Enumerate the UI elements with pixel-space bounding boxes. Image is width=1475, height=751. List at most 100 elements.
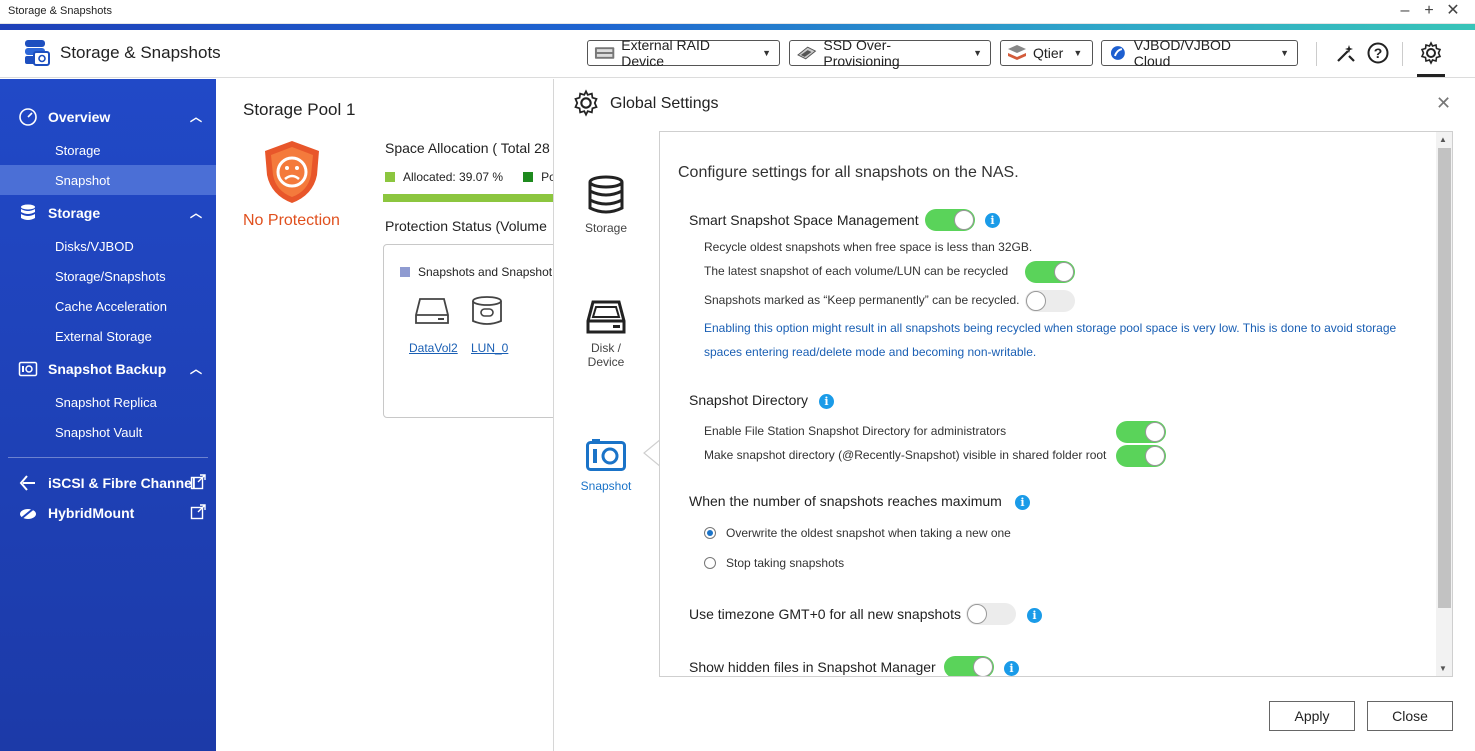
settings-gear-icon[interactable] xyxy=(1419,41,1443,65)
pool-title: Storage Pool 1 xyxy=(243,100,356,119)
close-window-icon[interactable]: ✕ xyxy=(1444,2,1462,20)
window-titlebar: Storage & Snapshots – + ✕ xyxy=(0,0,1475,24)
sidebar-item-snapshot-vault[interactable]: Snapshot Vault xyxy=(0,417,216,447)
dialog-title: Global Settings xyxy=(610,95,719,112)
recycle-threshold-text: Recycle oldest snapshots when free space… xyxy=(704,240,1033,254)
dialog-nav-disk-device[interactable]: Disk / Device xyxy=(576,299,636,369)
info-icon[interactable]: i xyxy=(1027,608,1042,623)
sidebar-item-snapshot-replica[interactable]: Snapshot Replica xyxy=(0,387,216,417)
sidebar-item-storage-snapshots[interactable]: Storage/Snapshots xyxy=(0,261,216,291)
space-allocation-title: Space Allocation ( Total 28 xyxy=(385,140,550,156)
ssd-overprovisioning-button[interactable]: SSD Over-Provisioning ▼ xyxy=(789,37,991,69)
ssd-icon xyxy=(797,46,817,60)
database-icon xyxy=(21,204,35,220)
toggle-knob xyxy=(967,604,987,624)
hybridmount-cloud-icon xyxy=(20,508,36,519)
toggle-knob xyxy=(1026,291,1046,311)
dialog-nav-label: Storage xyxy=(584,221,628,235)
window-title: Storage & Snapshots xyxy=(8,5,112,17)
stop-taking-radio[interactable] xyxy=(704,557,716,569)
snapshot-settings-panel[interactable]: Configure settings for all snapshots on … xyxy=(659,131,1453,677)
info-icon[interactable]: i xyxy=(1004,661,1019,676)
header-divider xyxy=(1402,42,1403,66)
vjbod-cloud-icon xyxy=(1110,46,1125,60)
allocation-bar xyxy=(383,194,553,202)
chevron-up-icon: ︿ xyxy=(190,110,203,124)
overwrite-oldest-label: Overwrite the oldest snapshot when takin… xyxy=(726,526,1011,540)
close-icon[interactable]: ✕ xyxy=(1436,93,1451,114)
raid-device-icon xyxy=(594,47,615,59)
scroll-down-icon[interactable]: ▼ xyxy=(1439,664,1447,673)
vjbod-label: VJBOD/VJBOD Cloud xyxy=(1133,37,1232,69)
allocation-legend: Allocated: 39.07 % Po xyxy=(385,170,556,184)
dialog-nav-snapshot[interactable]: Snapshot xyxy=(576,437,636,493)
visible-directory-toggle[interactable] xyxy=(1116,445,1166,467)
scrollbar-thumb[interactable] xyxy=(1438,148,1451,608)
sidebar-item-label: Cache Acceleration xyxy=(55,299,168,314)
close-button[interactable]: Close xyxy=(1367,701,1453,731)
ssd-overprovisioning-label: SSD Over-Provisioning xyxy=(823,37,900,69)
minimize-icon[interactable]: – xyxy=(1396,2,1414,20)
sidebar-section-label: Overview xyxy=(48,109,111,125)
sidebar-link-iscsi[interactable]: iSCSI & Fibre Channel xyxy=(0,468,216,498)
no-protection-shield-icon xyxy=(265,141,319,203)
chevron-down-icon: ▼ xyxy=(973,48,982,58)
sidebar-item-label: Snapshot Vault xyxy=(55,425,143,440)
vjbod-button[interactable]: VJBOD/VJBOD Cloud ▼ xyxy=(1101,37,1298,69)
info-icon[interactable]: i xyxy=(985,213,1000,228)
sidebar-section-overview[interactable]: Overview ︿ xyxy=(0,102,216,132)
disk-drive-icon xyxy=(586,300,626,334)
app-title: Storage & Snapshots xyxy=(60,43,221,62)
dashboard-gauge-icon xyxy=(19,108,37,126)
smart-space-management-toggle[interactable] xyxy=(925,209,975,231)
app-header: Storage & Snapshots External RAID Device… xyxy=(0,30,1475,78)
snapshot-swatch xyxy=(400,267,410,277)
info-icon[interactable]: i xyxy=(1015,495,1030,510)
sidebar-item-disks-vjbod[interactable]: Disks/VJBOD xyxy=(0,231,216,261)
sidebar-link-hybridmount[interactable]: HybridMount xyxy=(0,498,216,528)
timezone-toggle[interactable] xyxy=(966,603,1016,625)
apply-button[interactable]: Apply xyxy=(1269,701,1355,731)
sidebar: Overview ︿ Storage Snapshot Storage ︿ Di… xyxy=(0,79,216,751)
hidden-files-toggle[interactable] xyxy=(944,656,994,676)
info-icon[interactable]: i xyxy=(819,394,834,409)
database-icon xyxy=(588,175,624,214)
latest-snapshot-recycle-text: The latest snapshot of each volume/LUN c… xyxy=(704,264,1009,278)
external-link-icon xyxy=(190,474,206,490)
latest-snapshot-recycle-toggle[interactable] xyxy=(1025,261,1075,283)
dialog-nav-label: Disk / Device xyxy=(587,341,625,369)
sidebar-section-storage[interactable]: Storage ︿ xyxy=(0,198,216,228)
dialog-nav-storage[interactable]: Storage xyxy=(576,175,636,235)
snapshot-legend: Snapshots and Snapshot xyxy=(400,265,552,279)
overwrite-oldest-radio[interactable] xyxy=(704,527,716,539)
maximum-snapshots-title: When the number of snapshots reaches max… xyxy=(689,493,1002,509)
sidebar-item-snapshot[interactable]: Snapshot xyxy=(0,165,216,195)
chevron-up-icon: ︿ xyxy=(190,362,203,376)
sidebar-item-external-storage[interactable]: External Storage xyxy=(0,321,216,351)
volume-link-datavol2[interactable]: DataVol2 xyxy=(409,341,458,355)
admin-directory-toggle[interactable] xyxy=(1116,421,1166,443)
protection-status-title: Protection Status (Volume xyxy=(385,218,547,234)
qtier-button[interactable]: Qtier ▼ xyxy=(1000,40,1093,66)
qtier-label: Qtier xyxy=(1033,45,1064,61)
keep-permanently-recycle-toggle[interactable] xyxy=(1025,290,1075,312)
external-raid-button[interactable]: External RAID Device ▼ xyxy=(587,37,780,69)
settings-gear-icon xyxy=(574,89,598,117)
sidebar-item-cache-acceleration[interactable]: Cache Acceleration xyxy=(0,291,216,321)
lun-cylinder-icon xyxy=(472,296,502,325)
sidebar-section-snapshot-backup[interactable]: Snapshot Backup ︿ xyxy=(0,354,216,384)
global-settings-dialog: Global Settings ✕ Storage Disk / Device … xyxy=(553,79,1475,751)
volume-disk-icon xyxy=(415,298,449,324)
scroll-up-icon[interactable]: ▲ xyxy=(1439,135,1447,144)
help-icon[interactable]: ? xyxy=(1366,41,1390,65)
sidebar-item-storage[interactable]: Storage xyxy=(0,135,216,165)
tools-icon[interactable] xyxy=(1334,41,1358,65)
volume-link-lun0[interactable]: LUN_0 xyxy=(471,341,508,355)
stop-taking-label: Stop taking snapshots xyxy=(726,556,845,570)
external-raid-label: External RAID Device xyxy=(621,37,710,69)
maximize-icon[interactable]: + xyxy=(1420,2,1438,20)
hidden-files-title: Show hidden files in Snapshot Manager xyxy=(689,659,936,675)
chevron-up-icon: ︿ xyxy=(190,206,203,220)
storage-logo-icon xyxy=(25,40,50,66)
sidebar-divider xyxy=(8,457,208,458)
